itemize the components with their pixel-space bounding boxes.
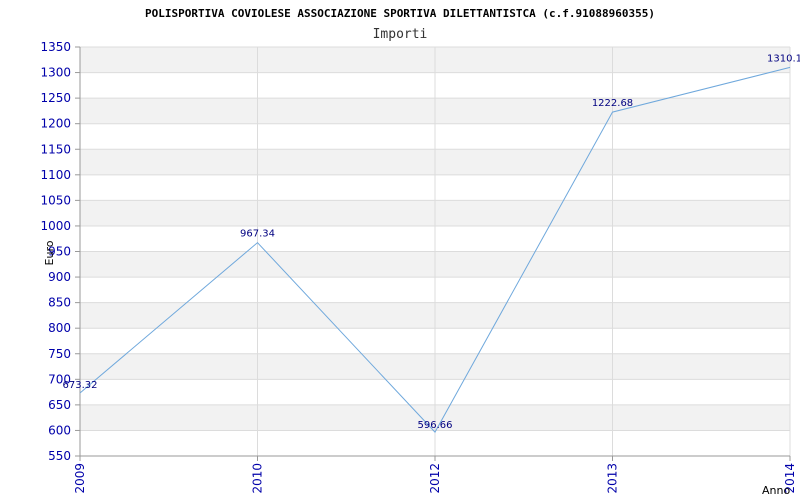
x-tick-label: 2009 xyxy=(73,463,87,494)
x-axis-label: Anno xyxy=(762,484,790,497)
x-tick-label: 2013 xyxy=(606,463,620,494)
y-tick-label: 1100 xyxy=(40,168,71,182)
data-label: 1310.1 xyxy=(767,53,800,64)
chart-title: POLISPORTIVA COVIOLESE ASSOCIAZIONE SPOR… xyxy=(145,7,655,20)
data-label: 1222.68 xyxy=(592,98,633,109)
y-tick-label: 600 xyxy=(48,423,71,437)
y-tick-label: 800 xyxy=(48,321,71,335)
chart-subtitle: Importi xyxy=(373,27,428,42)
data-label: 596.66 xyxy=(418,420,453,431)
y-tick-label: 650 xyxy=(48,398,71,412)
y-tick-label: 1150 xyxy=(40,142,71,156)
x-axis-ticks: 2009 2010 2012 2013 2014 xyxy=(73,456,797,494)
y-tick-label: 850 xyxy=(48,296,71,310)
y-tick-label: 1350 xyxy=(40,40,71,54)
chart: POLISPORTIVA COVIOLESE ASSOCIAZIONE SPOR… xyxy=(40,7,800,497)
y-tick-label: 750 xyxy=(48,347,71,361)
y-tick-label: 900 xyxy=(48,270,71,284)
x-tick-label: 2010 xyxy=(251,463,265,494)
y-axis-label: Euro xyxy=(43,240,56,265)
y-tick-label: 1050 xyxy=(40,193,71,207)
y-tick-label: 1250 xyxy=(40,91,71,105)
y-tick-label: 1200 xyxy=(40,117,71,131)
y-tick-label: 550 xyxy=(48,449,71,463)
data-label: 967.34 xyxy=(240,229,275,240)
y-tick-label: 1300 xyxy=(40,66,71,80)
y-tick-label: 1000 xyxy=(40,219,71,233)
x-tick-label: 2012 xyxy=(428,463,442,494)
data-label: 673.32 xyxy=(63,380,98,391)
